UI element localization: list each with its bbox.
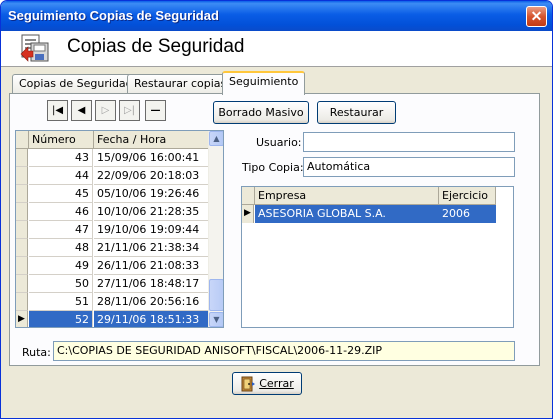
scroll-down-icon[interactable]: ▼ xyxy=(209,312,223,327)
empresa-cell[interactable]: ASESORIA GLOBAL S.A. xyxy=(255,205,439,223)
col-empresa-header[interactable]: Empresa xyxy=(255,187,439,205)
nav-last-button[interactable]: ▷| xyxy=(119,100,140,121)
header-banner: Copias de Seguridad xyxy=(1,31,552,67)
exit-door-icon xyxy=(241,376,256,392)
cerrar-label: Cerrar xyxy=(259,377,294,390)
col-ejercicio-header[interactable]: Ejercicio xyxy=(439,187,496,205)
table-row[interactable]: 46 10/10/06 21:28:35 xyxy=(16,203,209,221)
tab-copias-de-seguridad[interactable]: Copias de Seguridad xyxy=(12,74,140,94)
cerrar-button[interactable]: Cerrar xyxy=(232,372,302,395)
scroll-thumb[interactable] xyxy=(209,279,223,311)
grid-header: Número Fecha / Hora xyxy=(16,131,209,149)
backup-icon xyxy=(20,34,49,62)
tipo-copia-field[interactable]: Automática xyxy=(303,157,515,177)
table-row[interactable]: 48 21/11/06 21:38:34 xyxy=(16,239,209,257)
table-row[interactable]: 49 26/11/06 21:08:33 xyxy=(16,257,209,275)
backups-grid[interactable]: Número Fecha / Hora 43 15/09/06 16:00:41… xyxy=(15,130,224,328)
close-button[interactable]: ✕ xyxy=(526,6,547,27)
nav-first-button[interactable]: |◀ xyxy=(47,100,68,121)
restaurar-button[interactable]: Restaurar xyxy=(317,101,396,124)
borrado-masivo-button[interactable]: Borrado Masivo xyxy=(213,101,309,124)
table-row[interactable]: 43 15/09/06 16:00:41 xyxy=(16,149,209,167)
tab-seguimiento[interactable]: Seguimiento xyxy=(222,71,306,95)
col-fecha-header[interactable]: Fecha / Hora xyxy=(94,131,209,149)
row-pointer-icon: ▶ xyxy=(16,311,28,327)
table-row-selected[interactable]: ▶ 52 29/11/06 18:51:33 xyxy=(16,311,209,327)
table-row[interactable]: 51 28/11/06 20:56:16 xyxy=(16,293,209,311)
tipo-copia-label: Tipo Copia: xyxy=(242,161,304,174)
main-window: Seguimiento Copias de Seguridad ✕ Copias… xyxy=(0,0,553,419)
table-row[interactable]: 44 22/09/06 20:18:03 xyxy=(16,167,209,185)
usuario-label: Usuario: xyxy=(256,136,302,149)
nav-next-button[interactable]: ▷ xyxy=(95,100,116,121)
tab-restaurar-copias[interactable]: Restaurar copias xyxy=(127,74,234,94)
window-title: Seguimiento Copias de Seguridad xyxy=(8,8,219,23)
nav-delete-button[interactable]: — xyxy=(145,100,166,121)
scroll-up-icon[interactable]: ▲ xyxy=(209,131,223,146)
ruta-label: Ruta: xyxy=(22,346,51,359)
empresas-grid[interactable]: Empresa Ejercicio ▶ ASESORIA GLOBAL S.A.… xyxy=(241,186,514,328)
grid-corner xyxy=(16,131,29,149)
nav-prev-button[interactable]: ◀ xyxy=(71,100,92,121)
table-row[interactable]: 50 27/11/06 18:48:17 xyxy=(16,275,209,293)
emp-grid-corner xyxy=(242,187,255,205)
table-row[interactable]: 47 19/10/06 19:09:44 xyxy=(16,221,209,239)
table-row[interactable]: 45 05/10/06 19:26:46 xyxy=(16,185,209,203)
page-title: Copias de Seguridad xyxy=(67,36,245,57)
title-bar[interactable]: Seguimiento Copias de Seguridad ✕ xyxy=(1,1,552,31)
ruta-field[interactable]: C:\COPIAS DE SEGURIDAD ANISOFT\FISCAL\20… xyxy=(53,341,515,361)
ejercicio-cell[interactable]: 2006 xyxy=(439,205,496,223)
usuario-field[interactable] xyxy=(303,132,515,152)
col-numero-header[interactable]: Número xyxy=(29,131,94,149)
emp-row-pointer-icon: ▶ xyxy=(242,205,254,223)
grid-scrollbar[interactable]: ▲ ▼ xyxy=(208,131,223,327)
